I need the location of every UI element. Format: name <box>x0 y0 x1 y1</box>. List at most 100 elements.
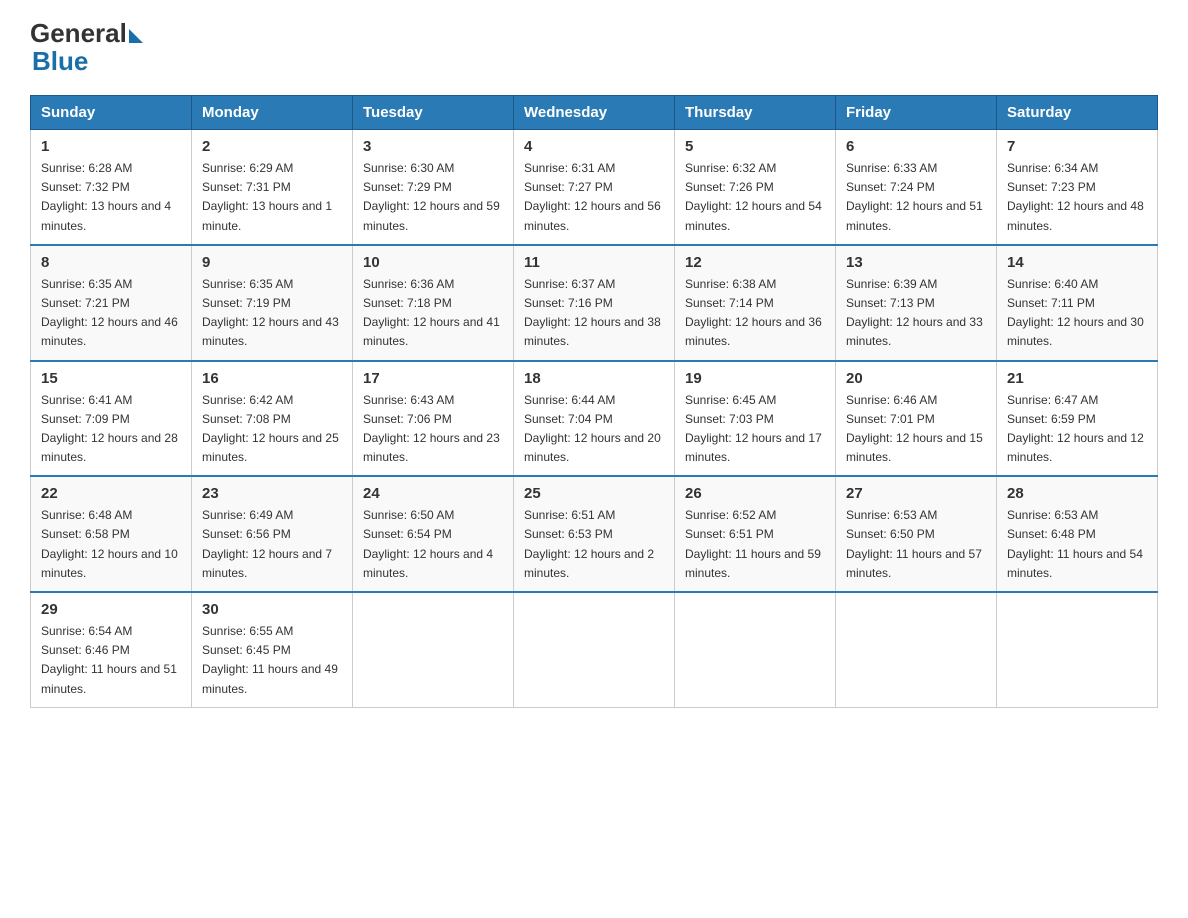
calendar-cell: 20 Sunrise: 6:46 AM Sunset: 7:01 PM Dayl… <box>836 361 997 477</box>
day-info: Sunrise: 6:47 AM Sunset: 6:59 PM Dayligh… <box>1007 391 1147 468</box>
day-number: 22 <box>41 485 181 502</box>
calendar-cell: 13 Sunrise: 6:39 AM Sunset: 7:13 PM Dayl… <box>836 245 997 361</box>
calendar-cell: 28 Sunrise: 6:53 AM Sunset: 6:48 PM Dayl… <box>997 476 1158 592</box>
calendar-cell: 10 Sunrise: 6:36 AM Sunset: 7:18 PM Dayl… <box>353 245 514 361</box>
day-info: Sunrise: 6:28 AM Sunset: 7:32 PM Dayligh… <box>41 159 181 236</box>
calendar-cell: 22 Sunrise: 6:48 AM Sunset: 6:58 PM Dayl… <box>31 476 192 592</box>
day-number: 20 <box>846 370 986 387</box>
day-info: Sunrise: 6:30 AM Sunset: 7:29 PM Dayligh… <box>363 159 503 236</box>
calendar-cell <box>514 592 675 707</box>
day-info: Sunrise: 6:38 AM Sunset: 7:14 PM Dayligh… <box>685 275 825 352</box>
day-number: 11 <box>524 254 664 271</box>
day-info: Sunrise: 6:39 AM Sunset: 7:13 PM Dayligh… <box>846 275 986 352</box>
calendar-table: SundayMondayTuesdayWednesdayThursdayFrid… <box>30 95 1158 708</box>
calendar-week-row: 22 Sunrise: 6:48 AM Sunset: 6:58 PM Dayl… <box>31 476 1158 592</box>
calendar-cell: 11 Sunrise: 6:37 AM Sunset: 7:16 PM Dayl… <box>514 245 675 361</box>
day-info: Sunrise: 6:53 AM Sunset: 6:50 PM Dayligh… <box>846 506 986 583</box>
day-number: 13 <box>846 254 986 271</box>
day-number: 24 <box>363 485 503 502</box>
day-info: Sunrise: 6:32 AM Sunset: 7:26 PM Dayligh… <box>685 159 825 236</box>
calendar-cell: 12 Sunrise: 6:38 AM Sunset: 7:14 PM Dayl… <box>675 245 836 361</box>
logo-line1: General <box>30 20 143 46</box>
logo-text-general: General <box>30 20 127 46</box>
day-number: 3 <box>363 138 503 155</box>
day-number: 7 <box>1007 138 1147 155</box>
day-info: Sunrise: 6:54 AM Sunset: 6:46 PM Dayligh… <box>41 622 181 699</box>
day-number: 16 <box>202 370 342 387</box>
day-number: 27 <box>846 485 986 502</box>
calendar-cell: 14 Sunrise: 6:40 AM Sunset: 7:11 PM Dayl… <box>997 245 1158 361</box>
calendar-week-row: 29 Sunrise: 6:54 AM Sunset: 6:46 PM Dayl… <box>31 592 1158 707</box>
day-number: 30 <box>202 601 342 618</box>
logo-text-blue: Blue <box>32 46 143 77</box>
day-info: Sunrise: 6:49 AM Sunset: 6:56 PM Dayligh… <box>202 506 342 583</box>
calendar-week-row: 8 Sunrise: 6:35 AM Sunset: 7:21 PM Dayli… <box>31 245 1158 361</box>
day-number: 2 <box>202 138 342 155</box>
calendar-cell <box>675 592 836 707</box>
header-friday: Friday <box>836 96 997 130</box>
day-number: 6 <box>846 138 986 155</box>
calendar-week-row: 1 Sunrise: 6:28 AM Sunset: 7:32 PM Dayli… <box>31 130 1158 245</box>
day-number: 17 <box>363 370 503 387</box>
header-sunday: Sunday <box>31 96 192 130</box>
calendar-cell: 29 Sunrise: 6:54 AM Sunset: 6:46 PM Dayl… <box>31 592 192 707</box>
calendar-cell: 26 Sunrise: 6:52 AM Sunset: 6:51 PM Dayl… <box>675 476 836 592</box>
day-number: 19 <box>685 370 825 387</box>
header-thursday: Thursday <box>675 96 836 130</box>
day-info: Sunrise: 6:45 AM Sunset: 7:03 PM Dayligh… <box>685 391 825 468</box>
calendar-cell: 6 Sunrise: 6:33 AM Sunset: 7:24 PM Dayli… <box>836 130 997 245</box>
day-info: Sunrise: 6:50 AM Sunset: 6:54 PM Dayligh… <box>363 506 503 583</box>
header-monday: Monday <box>192 96 353 130</box>
day-info: Sunrise: 6:37 AM Sunset: 7:16 PM Dayligh… <box>524 275 664 352</box>
calendar-cell: 1 Sunrise: 6:28 AM Sunset: 7:32 PM Dayli… <box>31 130 192 245</box>
calendar-cell: 3 Sunrise: 6:30 AM Sunset: 7:29 PM Dayli… <box>353 130 514 245</box>
calendar-cell: 4 Sunrise: 6:31 AM Sunset: 7:27 PM Dayli… <box>514 130 675 245</box>
day-info: Sunrise: 6:48 AM Sunset: 6:58 PM Dayligh… <box>41 506 181 583</box>
calendar-cell: 23 Sunrise: 6:49 AM Sunset: 6:56 PM Dayl… <box>192 476 353 592</box>
day-number: 8 <box>41 254 181 271</box>
day-info: Sunrise: 6:55 AM Sunset: 6:45 PM Dayligh… <box>202 622 342 699</box>
day-info: Sunrise: 6:36 AM Sunset: 7:18 PM Dayligh… <box>363 275 503 352</box>
day-number: 23 <box>202 485 342 502</box>
page: General Blue SundayMondayTuesdayWednesda… <box>0 0 1188 728</box>
day-info: Sunrise: 6:44 AM Sunset: 7:04 PM Dayligh… <box>524 391 664 468</box>
calendar-cell: 16 Sunrise: 6:42 AM Sunset: 7:08 PM Dayl… <box>192 361 353 477</box>
calendar-cell: 25 Sunrise: 6:51 AM Sunset: 6:53 PM Dayl… <box>514 476 675 592</box>
calendar-cell <box>353 592 514 707</box>
day-info: Sunrise: 6:35 AM Sunset: 7:19 PM Dayligh… <box>202 275 342 352</box>
day-number: 1 <box>41 138 181 155</box>
calendar-cell <box>836 592 997 707</box>
day-info: Sunrise: 6:51 AM Sunset: 6:53 PM Dayligh… <box>524 506 664 583</box>
day-info: Sunrise: 6:43 AM Sunset: 7:06 PM Dayligh… <box>363 391 503 468</box>
header: General Blue <box>30 20 1158 77</box>
header-wednesday: Wednesday <box>514 96 675 130</box>
day-number: 21 <box>1007 370 1147 387</box>
day-number: 26 <box>685 485 825 502</box>
day-info: Sunrise: 6:41 AM Sunset: 7:09 PM Dayligh… <box>41 391 181 468</box>
day-info: Sunrise: 6:34 AM Sunset: 7:23 PM Dayligh… <box>1007 159 1147 236</box>
day-info: Sunrise: 6:52 AM Sunset: 6:51 PM Dayligh… <box>685 506 825 583</box>
day-info: Sunrise: 6:42 AM Sunset: 7:08 PM Dayligh… <box>202 391 342 468</box>
calendar-cell: 24 Sunrise: 6:50 AM Sunset: 6:54 PM Dayl… <box>353 476 514 592</box>
day-number: 14 <box>1007 254 1147 271</box>
calendar-cell: 9 Sunrise: 6:35 AM Sunset: 7:19 PM Dayli… <box>192 245 353 361</box>
day-number: 12 <box>685 254 825 271</box>
calendar-cell: 2 Sunrise: 6:29 AM Sunset: 7:31 PM Dayli… <box>192 130 353 245</box>
calendar-cell: 5 Sunrise: 6:32 AM Sunset: 7:26 PM Dayli… <box>675 130 836 245</box>
calendar-cell <box>997 592 1158 707</box>
calendar-cell: 17 Sunrise: 6:43 AM Sunset: 7:06 PM Dayl… <box>353 361 514 477</box>
calendar-cell: 8 Sunrise: 6:35 AM Sunset: 7:21 PM Dayli… <box>31 245 192 361</box>
day-number: 28 <box>1007 485 1147 502</box>
day-number: 9 <box>202 254 342 271</box>
day-number: 5 <box>685 138 825 155</box>
day-info: Sunrise: 6:33 AM Sunset: 7:24 PM Dayligh… <box>846 159 986 236</box>
calendar-cell: 27 Sunrise: 6:53 AM Sunset: 6:50 PM Dayl… <box>836 476 997 592</box>
calendar-cell: 30 Sunrise: 6:55 AM Sunset: 6:45 PM Dayl… <box>192 592 353 707</box>
day-number: 15 <box>41 370 181 387</box>
day-number: 4 <box>524 138 664 155</box>
calendar-week-row: 15 Sunrise: 6:41 AM Sunset: 7:09 PM Dayl… <box>31 361 1158 477</box>
day-info: Sunrise: 6:31 AM Sunset: 7:27 PM Dayligh… <box>524 159 664 236</box>
day-info: Sunrise: 6:40 AM Sunset: 7:11 PM Dayligh… <box>1007 275 1147 352</box>
logo: General Blue <box>30 20 143 77</box>
header-tuesday: Tuesday <box>353 96 514 130</box>
